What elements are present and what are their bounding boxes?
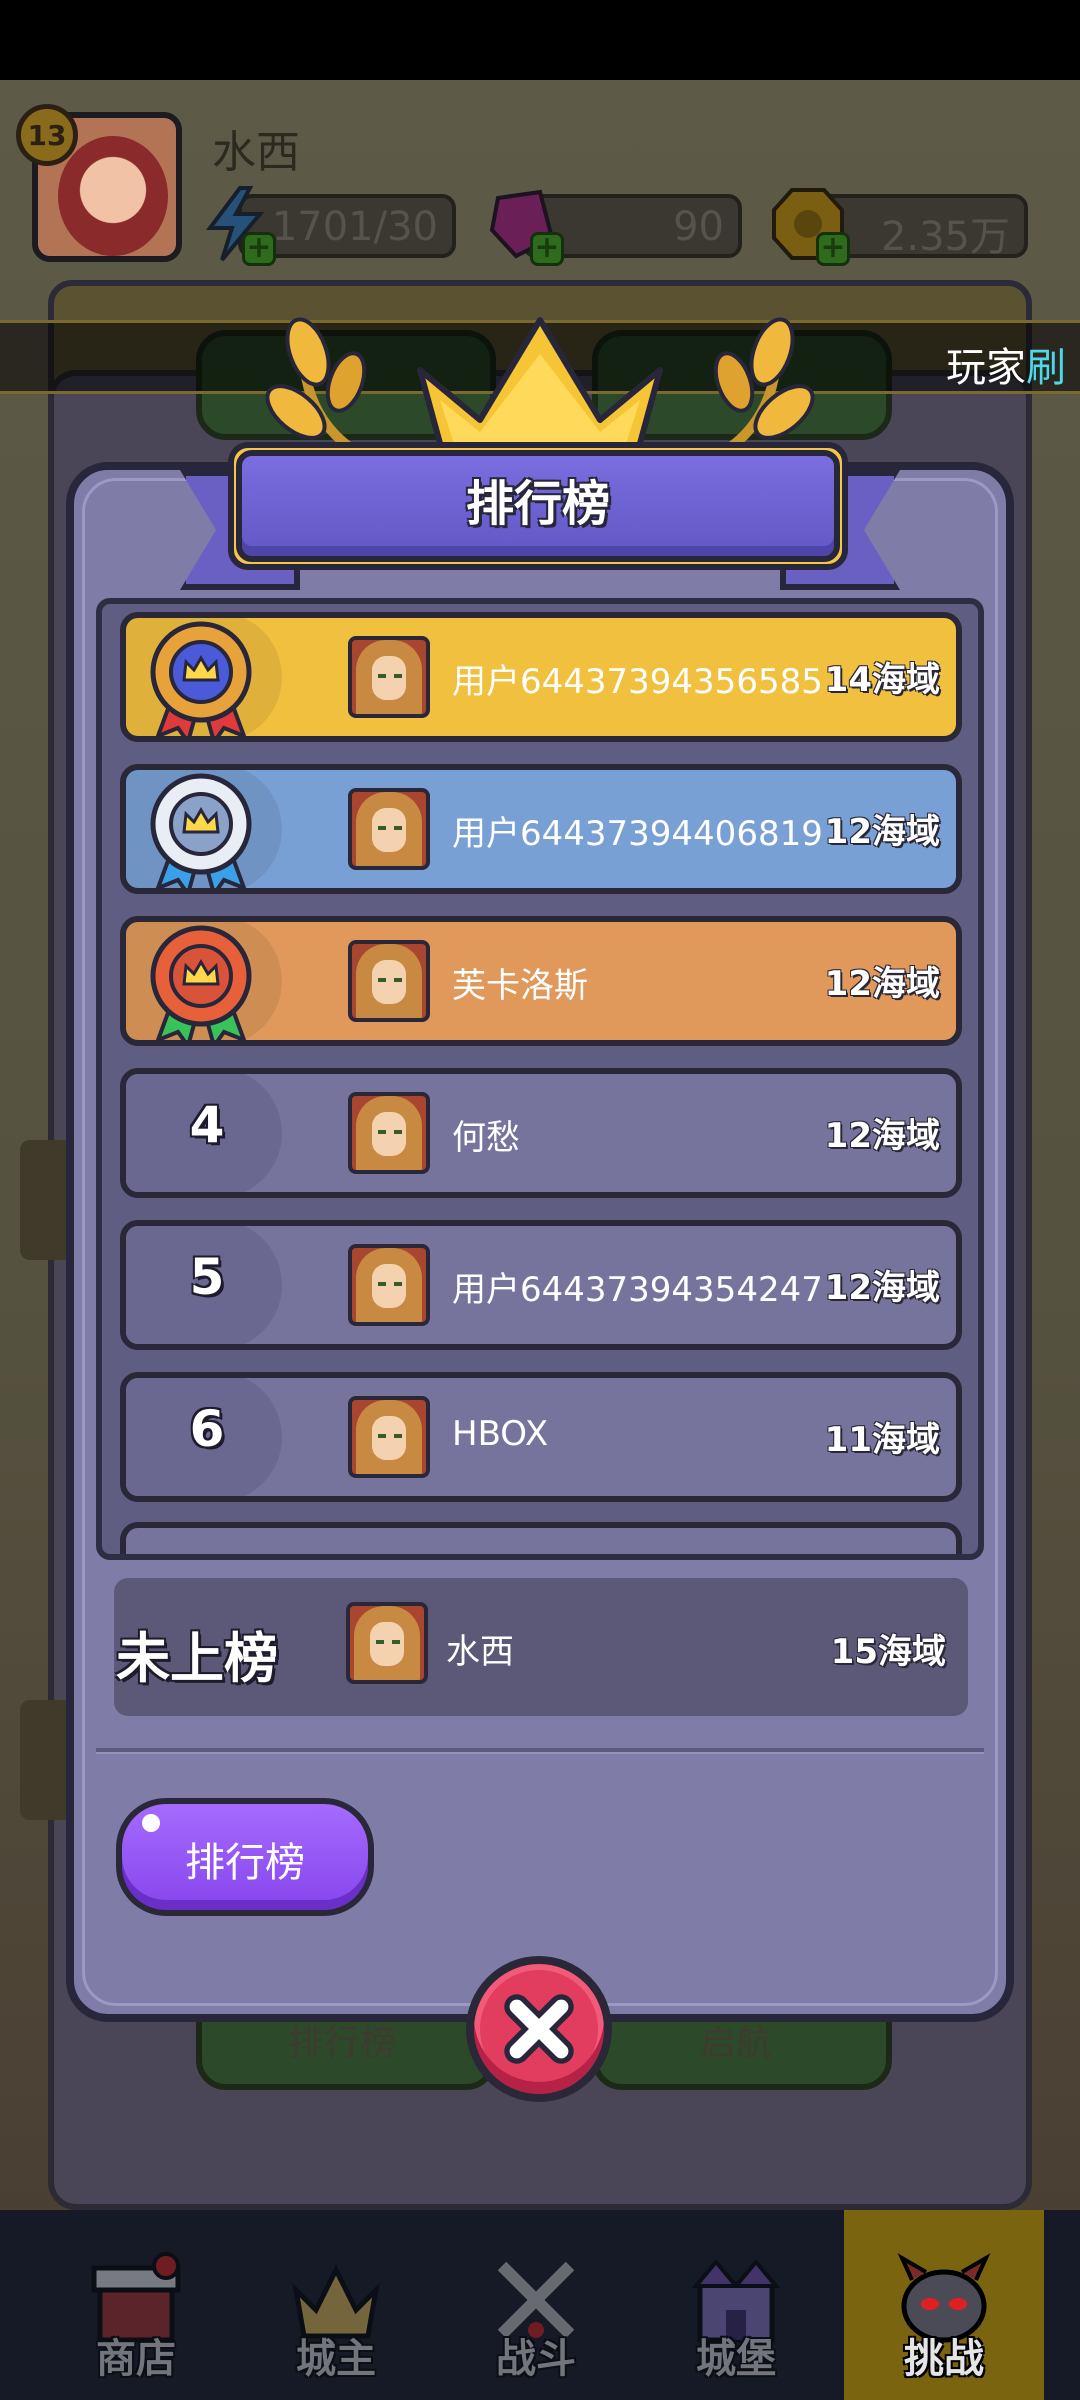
nav-shop[interactable]: 商店 — [36, 2210, 236, 2400]
nav-challenge-label: 挑战 — [904, 2336, 984, 2382]
rank-number: 6 — [189, 1400, 225, 1458]
leaderboard-tab-button[interactable]: 排行榜 — [116, 1798, 374, 1916]
user-name: 用户64437394354247 — [452, 1270, 823, 1310]
list-item: 用户64437394356585 14海域 — [120, 612, 962, 742]
add-coin-button: + — [816, 232, 850, 266]
add-gem-button: + — [530, 232, 564, 266]
user-score: 12海域 — [824, 1116, 940, 1156]
my-rank-label: 未上榜 — [116, 1627, 278, 1690]
level-badge: 13 — [16, 104, 78, 166]
nav-castle[interactable]: 城堡 — [636, 2210, 836, 2400]
leaderboard-tab-label: 排行榜 — [185, 1840, 305, 1886]
player-name: 水西 — [212, 127, 300, 178]
my-name: 水西 — [446, 1632, 514, 1672]
crown-icon — [417, 317, 663, 460]
user-name: 芙卡洛斯 — [452, 966, 588, 1006]
user-avatar — [348, 940, 430, 1022]
divider — [96, 1748, 984, 1754]
nav-castle-label: 城堡 — [696, 2336, 776, 2382]
nav-lord[interactable]: 城主 — [236, 2210, 436, 2400]
bottom-nav: 商店 城主 战斗 城堡 挑战 — [0, 2210, 1080, 2400]
gem-value: 90 — [673, 204, 724, 250]
rank-number: 4 — [189, 1096, 225, 1154]
modal-title: 排行榜 — [465, 476, 610, 532]
list-item: 6 HBOX 11海域 — [120, 1372, 962, 1502]
user-avatar — [348, 1244, 430, 1326]
my-rank-row: 未上榜 水西 15海域 — [114, 1578, 968, 1716]
nav-challenge[interactable]: 挑战 — [844, 2210, 1044, 2400]
medal-icon — [150, 621, 252, 736]
user-avatar — [348, 636, 430, 718]
user-score: 12海域 — [824, 1268, 940, 1308]
close-button[interactable] — [466, 1956, 612, 2102]
ticker-text: 玩家刷 — [946, 345, 1066, 391]
my-avatar — [346, 1602, 428, 1684]
user-score: 12海域 — [824, 964, 940, 1004]
list-item: 芙卡洛斯 12海域 — [120, 916, 962, 1046]
add-energy-button: + — [242, 232, 276, 266]
user-name: HBOX — [452, 1414, 549, 1454]
user-avatar — [348, 788, 430, 870]
leaderboard-list[interactable]: 用户64437394356585 14海域 用户64437394406819 12海域… — [96, 598, 984, 1560]
nav-battle-label: 战斗 — [496, 2336, 576, 2382]
user-avatar — [348, 1396, 430, 1478]
list-item: 5 用户64437394354247 12海域 — [120, 1220, 962, 1350]
energy-value: 1701/30 — [271, 204, 438, 250]
list-item: 4 何愁 12海域 — [120, 1068, 962, 1198]
user-score: 14海域 — [824, 660, 940, 700]
user-name: 用户64437394406819 — [452, 814, 823, 854]
medal-icon — [150, 773, 252, 888]
user-score: 12海域 — [824, 812, 940, 852]
medal-icon — [150, 925, 252, 1040]
status-bar — [0, 0, 1080, 80]
list-item-partial — [120, 1522, 962, 1554]
nav-battle[interactable]: 战斗 — [436, 2210, 636, 2400]
nav-shop-label: 商店 — [96, 2336, 176, 2382]
list-item: 用户64437394406819 12海域 — [120, 764, 962, 894]
my-score: 15海域 — [830, 1632, 946, 1672]
user-score: 11海域 — [824, 1420, 940, 1460]
coin-value: 2.35万 — [880, 214, 1010, 260]
rank-number: 5 — [189, 1248, 225, 1306]
user-name: 何愁 — [452, 1118, 520, 1158]
user-avatar — [348, 1092, 430, 1174]
nav-lord-label: 城主 — [296, 2336, 376, 2382]
close-icon — [504, 1994, 574, 2064]
user-name: 用户64437394356585 — [452, 662, 823, 702]
